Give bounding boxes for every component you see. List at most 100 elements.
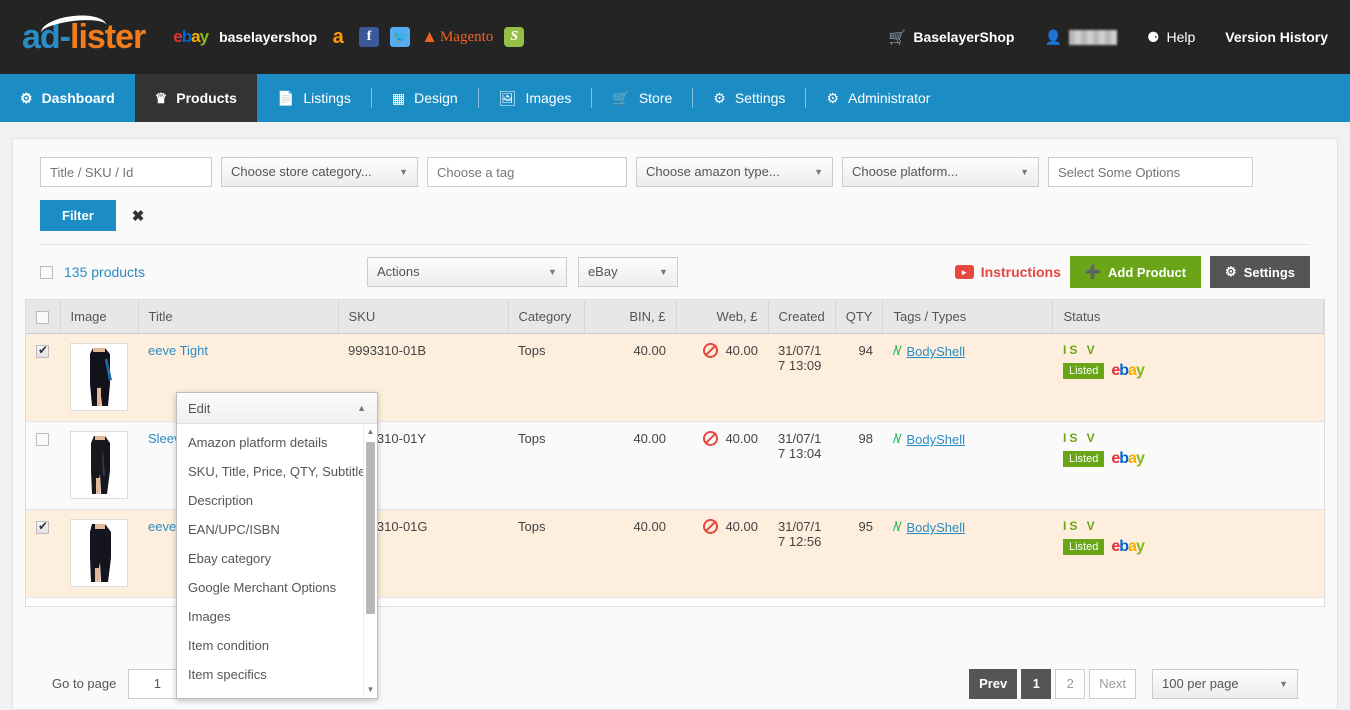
col-category[interactable]: Category: [508, 300, 584, 334]
nav-item-settings[interactable]: ⚙ Settings: [693, 74, 805, 122]
actions-select[interactable]: Actions ▼: [367, 257, 567, 287]
per-page-select[interactable]: 100 per page ▼: [1152, 669, 1298, 699]
menu-item-amazon-platform-details[interactable]: Amazon platform details: [177, 428, 377, 457]
col-qty[interactable]: QTY: [835, 300, 883, 334]
row-created-cell: 31/07/1 7 12:56: [768, 510, 835, 598]
tag-link[interactable]: BodyShell: [907, 432, 966, 447]
settings-button[interactable]: ⚙ Settings: [1210, 256, 1310, 288]
row-checkbox-cell[interactable]: [26, 422, 60, 510]
menu-item-description[interactable]: Description: [177, 486, 377, 515]
nav-item-products[interactable]: ♛ Products: [135, 74, 257, 122]
col-title[interactable]: Title: [138, 300, 338, 334]
menu-item-keywords-for-similar-items[interactable]: Keywords for similar items: [177, 689, 377, 699]
scroll-down-icon[interactable]: ▼: [364, 682, 377, 696]
store-category-select[interactable]: Choose store category... ▼: [221, 157, 418, 187]
shopify-icon[interactable]: S: [504, 27, 524, 47]
col-status[interactable]: Status: [1053, 300, 1324, 334]
tag-link[interactable]: BodyShell: [907, 520, 966, 535]
amazon-type-select[interactable]: Choose amazon type... ▼: [636, 157, 833, 187]
channel-select[interactable]: eBay ▼: [578, 257, 678, 287]
product-thumbnail[interactable]: [70, 519, 128, 587]
nav-item-design[interactable]: ▦ Design: [372, 74, 478, 122]
scroll-up-icon[interactable]: ▲: [364, 424, 377, 438]
col-select-all[interactable]: [26, 300, 60, 334]
edit-dropdown-menu[interactable]: Edit ▲ Amazon platform details SKU, Titl…: [176, 392, 378, 699]
menu-item-ean-upc-isbn[interactable]: EAN/UPC/ISBN: [177, 515, 377, 544]
pagination: Prev 1 2 Next 100 per page ▼: [969, 669, 1298, 699]
gear-icon: ⚙: [713, 90, 726, 107]
twitter-icon[interactable]: 🐦: [390, 27, 410, 47]
row-web-value: 40.00: [725, 431, 758, 446]
product-title-link[interactable]: eeve Tight: [148, 343, 208, 358]
menu-item-ebay-category[interactable]: Ebay category: [177, 544, 377, 573]
web-disabled-icon: [703, 431, 718, 446]
options-multiselect[interactable]: [1048, 157, 1253, 187]
search-input[interactable]: [40, 157, 212, 187]
page-button-1[interactable]: 1: [1021, 669, 1051, 699]
col-bin[interactable]: BIN, £: [584, 300, 676, 334]
edit-dropdown-header[interactable]: Edit ▲: [177, 393, 377, 424]
next-page-button[interactable]: Next: [1089, 669, 1136, 699]
row-select-checkbox[interactable]: [36, 345, 49, 358]
menu-item-google-merchant-options[interactable]: Google Merchant Options: [177, 573, 377, 602]
dropdown-scrollbar[interactable]: ▲ ▼: [363, 424, 377, 698]
table-header-row: Image Title SKU Category BIN, £ Web, £ C…: [26, 300, 1324, 334]
menu-item-item-specifics[interactable]: Item specifics: [177, 660, 377, 689]
row-category-cell: [508, 598, 584, 607]
amazon-icon[interactable]: a: [328, 27, 348, 47]
col-tags[interactable]: Tags / Types: [883, 300, 1053, 334]
help-link[interactable]: ⚈ Help: [1147, 29, 1195, 46]
row-select-checkbox[interactable]: [36, 521, 49, 534]
row-image-cell[interactable]: [60, 334, 138, 422]
filter-button[interactable]: Filter: [40, 200, 116, 231]
row-checkbox-cell[interactable]: [26, 510, 60, 598]
row-checkbox-cell[interactable]: [26, 334, 60, 422]
chevron-down-icon: ▼: [1020, 158, 1029, 186]
facebook-icon[interactable]: f: [359, 27, 379, 47]
page-button-2[interactable]: 2: [1055, 669, 1085, 699]
nav-item-administrator[interactable]: ⚙ Administrator: [806, 74, 950, 122]
row-select-checkbox[interactable]: [36, 433, 49, 446]
magento-icon[interactable]: ▲Magento: [421, 27, 493, 47]
prev-page-button[interactable]: Prev: [969, 669, 1017, 699]
app-logo[interactable]: ad-lister: [22, 20, 145, 54]
version-history-link[interactable]: Version History: [1225, 29, 1328, 45]
instructions-link[interactable]: ► Instructions: [955, 264, 1061, 280]
tag-input[interactable]: [427, 157, 627, 187]
col-image[interactable]: Image: [60, 300, 138, 334]
col-sku[interactable]: SKU: [338, 300, 508, 334]
product-thumbnail[interactable]: [70, 343, 128, 411]
row-image-cell[interactable]: [60, 510, 138, 598]
tag-link[interactable]: BodyShell: [907, 344, 966, 359]
channel-value: eBay: [588, 258, 618, 286]
nav-item-store[interactable]: 🛒 Store: [592, 74, 692, 122]
store-selector[interactable]: 🛒 BaselayerShop: [889, 29, 1015, 46]
platform-select[interactable]: Choose platform... ▼: [842, 157, 1039, 187]
row-image-cell[interactable]: [60, 598, 138, 607]
row-checkbox-cell[interactable]: [26, 598, 60, 607]
web-disabled-icon: [703, 343, 718, 358]
menu-item-sku-title-price-qty-subtitle[interactable]: SKU, Title, Price, QTY, Subtitle: [177, 457, 377, 486]
user-menu[interactable]: 👤: [1045, 29, 1117, 46]
scrollbar-thumb[interactable]: [366, 442, 375, 614]
row-tags-cell: /\/: [883, 598, 1053, 607]
menu-item-images[interactable]: Images: [177, 602, 377, 631]
menu-item-item-condition[interactable]: Item condition: [177, 631, 377, 660]
header-select-all-checkbox[interactable]: [36, 311, 49, 324]
nav-item-images[interactable]: 🖼 Images: [479, 74, 592, 122]
clear-filters-icon[interactable]: ✖: [132, 207, 145, 225]
product-thumbnail[interactable]: [70, 431, 128, 499]
nav-item-dashboard[interactable]: ⚙ Dashboard: [0, 74, 135, 122]
products-toolbar: 135 products Actions ▼ eBay ▼ ► Instruct…: [13, 245, 1337, 288]
images-icon: 🖼: [499, 90, 517, 107]
row-qty-cell: 98: [835, 422, 883, 510]
nav-label-dashboard: Dashboard: [42, 90, 115, 106]
select-all-checkbox[interactable]: [40, 266, 53, 279]
row-image-cell[interactable]: [60, 422, 138, 510]
add-product-button[interactable]: ➕ Add Product: [1070, 256, 1201, 288]
ebay-icon[interactable]: ebay: [173, 27, 208, 47]
row-qty-cell: 95: [835, 510, 883, 598]
nav-item-listings[interactable]: 📄 Listings: [257, 74, 371, 122]
col-web[interactable]: Web, £: [676, 300, 768, 334]
col-created[interactable]: Created: [768, 300, 835, 334]
